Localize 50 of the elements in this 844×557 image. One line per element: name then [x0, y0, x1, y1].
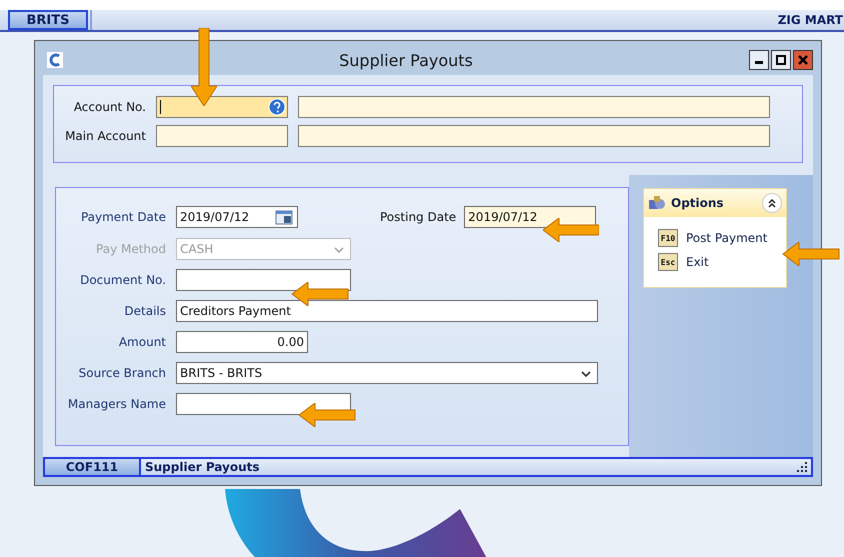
- chevron-down-icon: [581, 371, 591, 377]
- key-icon: F10: [658, 229, 678, 247]
- field-label: Main Account: [64, 129, 146, 143]
- window-title: Supplier Payouts: [338, 50, 474, 70]
- key-icon: Esc: [658, 253, 678, 271]
- arrow-icon: [296, 403, 358, 427]
- field-label: Amount: [118, 335, 166, 349]
- field-label: Pay Method: [95, 242, 166, 256]
- arrow-icon: [543, 218, 599, 242]
- arrow-icon: [780, 242, 842, 266]
- chevron-up-icon: [767, 198, 777, 208]
- collapse-button[interactable]: [762, 193, 782, 213]
- panel-title: Options: [671, 196, 725, 210]
- chevron-down-icon: [334, 247, 344, 253]
- help-icon[interactable]: [268, 98, 286, 116]
- account-field[interactable]: [156, 125, 288, 147]
- company-name: ZIG MART: [778, 13, 844, 27]
- posting-date-field[interactable]: 2019/07/12: [464, 206, 596, 228]
- input-field[interactable]: [176, 393, 351, 415]
- arrow-icon: [191, 28, 217, 106]
- arrow-icon: [289, 282, 351, 306]
- input-field[interactable]: Creditors Payment: [176, 300, 598, 322]
- close-button[interactable]: [793, 50, 813, 70]
- maximize-button[interactable]: [771, 50, 791, 70]
- maximize-icon: [776, 55, 786, 65]
- branch-tab[interactable]: BRITS: [8, 10, 88, 30]
- close-icon: [798, 55, 808, 65]
- field-label: Document No.: [79, 273, 166, 287]
- account-field[interactable]: [156, 96, 288, 118]
- field-label: Payment Date: [80, 210, 166, 224]
- field-label: Details: [123, 304, 166, 318]
- field-label: Posting Date: [380, 210, 456, 224]
- form-code: COF111: [45, 459, 141, 475]
- status-text: Supplier Payouts: [145, 460, 261, 474]
- date-field[interactable]: 2019/07/12: [176, 206, 298, 228]
- input-field[interactable]: 0.00: [176, 331, 308, 353]
- name-field[interactable]: [298, 96, 770, 118]
- input-field[interactable]: [176, 269, 351, 291]
- option-link[interactable]: Exit: [686, 255, 709, 269]
- field-label: Managers Name: [66, 397, 166, 411]
- option-link[interactable]: Post Payment: [686, 231, 768, 245]
- options-icon: [648, 195, 666, 211]
- calendar-icon[interactable]: [275, 209, 293, 225]
- dropdown[interactable]: BRITS - BRITS: [176, 362, 598, 384]
- name-field[interactable]: [298, 125, 770, 147]
- minimize-button[interactable]: [749, 50, 769, 70]
- field-label: Source Branch: [78, 366, 166, 380]
- resize-grip[interactable]: [797, 462, 807, 472]
- field-label: Account No.: [72, 100, 146, 114]
- app-icon: [47, 52, 63, 68]
